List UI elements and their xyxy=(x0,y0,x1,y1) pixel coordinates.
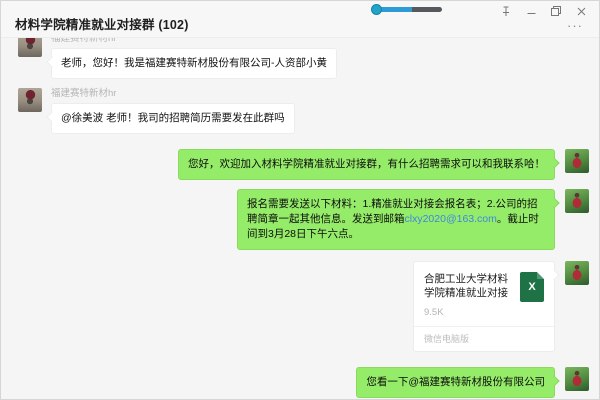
message-text: 老师，您好！我是福建赛特新材股份有限公司-人资部小黄 xyxy=(61,57,327,69)
avatar[interactable] xyxy=(565,189,589,213)
message-bubble[interactable]: 老师，您好！我是福建赛特新材股份有限公司-人资部小黄 xyxy=(51,48,337,79)
file-card[interactable]: 合肥工业大学材料学院精准就业对接会... 9.5K X 微信电脑版 xyxy=(413,261,555,352)
slider-fill xyxy=(378,7,412,12)
file-name: 合肥工业大学材料学院精准就业对接会... xyxy=(424,272,512,300)
message-row: 您看一下@福建赛特新材股份有限公司 xyxy=(18,367,589,398)
excel-icon-letter: X xyxy=(528,281,535,293)
slider-knob[interactable] xyxy=(371,4,382,15)
message-row: 报名需要发送以下材料：1.精准就业对接会报名表；2.公司的招聘简章一起其他信息。… xyxy=(18,189,589,250)
minimize-button[interactable] xyxy=(523,5,539,18)
avatar[interactable] xyxy=(565,367,589,391)
excel-file-icon: X xyxy=(520,272,544,302)
message-text: 您好，欢迎加入材料学院精准就业对接群，有什么招聘需求可以和我联系哈！ xyxy=(188,158,545,170)
message-row: 福建赛特新材hr @徐美波 老师！我司的招聘简历需要发在此群吗 xyxy=(18,88,589,134)
message-text: @徐美波 老师！我司的招聘简历需要发在此群吗 xyxy=(61,112,285,124)
message-text: 您看一下@福建赛特新材股份有限公司 xyxy=(366,376,545,388)
chat-title: 材料学院精准就业对接群 (102) xyxy=(15,14,189,33)
email-link[interactable]: clxy2020@163.com xyxy=(405,213,497,225)
avatar[interactable] xyxy=(565,261,589,285)
slider-track[interactable] xyxy=(378,7,442,12)
sender-name: 福建赛特新材hr xyxy=(51,88,116,99)
message-row: 您好，欢迎加入材料学院精准就业对接群，有什么招聘需求可以和我联系哈！ xyxy=(18,149,589,180)
avatar[interactable] xyxy=(18,38,42,57)
pin-icon[interactable] xyxy=(498,5,514,18)
chat-area[interactable]: 福建赛特新材hr 老师，您好！我是福建赛特新材股份有限公司-人资部小黄 福建赛特… xyxy=(1,38,599,400)
avatar[interactable] xyxy=(18,88,42,112)
message-bubble[interactable]: 您看一下@福建赛特新材股份有限公司 xyxy=(356,367,555,398)
message-row: 合肥工业大学材料学院精准就业对接会... 9.5K X 微信电脑版 xyxy=(18,261,589,352)
sender-name: 福建赛特新材hr xyxy=(51,38,116,44)
file-source-label: 微信电脑版 xyxy=(414,326,554,351)
progress-slider[interactable] xyxy=(371,3,451,15)
message-bubble[interactable]: 报名需要发送以下材料：1.精准就业对接会报名表；2.公司的招聘简章一起其他信息。… xyxy=(237,189,555,250)
window-titlebar: 材料学院精准就业对接群 (102) ··· xyxy=(1,1,599,38)
close-button[interactable] xyxy=(573,5,589,18)
window-controls xyxy=(498,4,589,18)
file-size: 9.5K xyxy=(424,307,512,318)
maximize-button[interactable] xyxy=(548,5,564,18)
message-bubble[interactable]: @徐美波 老师！我司的招聘简历需要发在此群吗 xyxy=(51,103,295,134)
avatar[interactable] xyxy=(565,149,589,173)
message-row: 福建赛特新材hr 老师，您好！我是福建赛特新材股份有限公司-人资部小黄 xyxy=(18,38,589,79)
more-menu-button[interactable]: ··· xyxy=(567,19,583,33)
message-bubble[interactable]: 您好，欢迎加入材料学院精准就业对接群，有什么招聘需求可以和我联系哈！ xyxy=(178,149,555,180)
